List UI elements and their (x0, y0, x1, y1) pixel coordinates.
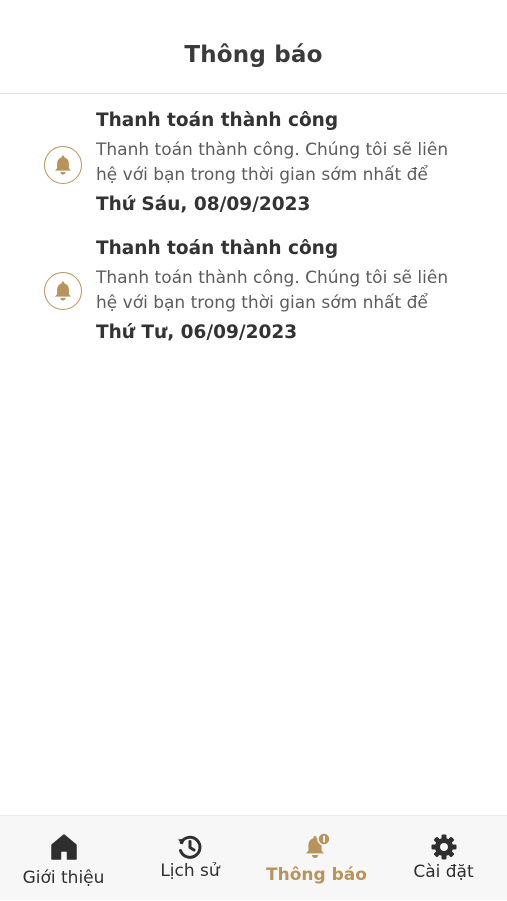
notification-title: Thanh toán thành công (96, 238, 339, 259)
notification-title: Thanh toán thành công (96, 110, 339, 131)
tab-label: Cài đặt (413, 862, 474, 882)
tab-thong-bao[interactable]: Thông báo (253, 816, 380, 901)
notification-date: Thứ Tư, 06/09/2023 (96, 322, 298, 343)
tab-gioi-thieu[interactable]: Giới thiệu (0, 816, 127, 901)
bottom-tab-bar: Giới thiệu Lịch sử Thông báo Cài đặt (0, 815, 507, 900)
gear-icon (430, 833, 458, 865)
notification-body: Thanh toán thành công. Chúng tôi sẽ liên… (96, 268, 449, 313)
page-title: Thông báo (184, 42, 323, 68)
notification-item[interactable]: Thanh toán thành công Thanh toán thành c… (0, 104, 507, 224)
bell-icon (44, 146, 82, 184)
tab-label: Giới thiệu (22, 868, 105, 888)
tab-label: Thông báo (266, 865, 367, 885)
tab-label: Lịch sử (160, 861, 220, 881)
bell-icon (44, 272, 82, 310)
tab-lich-su[interactable]: Lịch sử (127, 816, 253, 901)
tab-cai-dat[interactable]: Cài đặt (380, 816, 507, 901)
home-icon (50, 833, 78, 865)
notification-item[interactable]: Thanh toán thành công Thanh toán thành c… (0, 232, 507, 352)
header: Thông báo (0, 0, 507, 94)
notification-date: Thứ Sáu, 08/09/2023 (96, 194, 311, 215)
notification-body: Thanh toán thành công. Chúng tôi sẽ liên… (96, 140, 449, 185)
bell-badge-icon (300, 832, 334, 866)
